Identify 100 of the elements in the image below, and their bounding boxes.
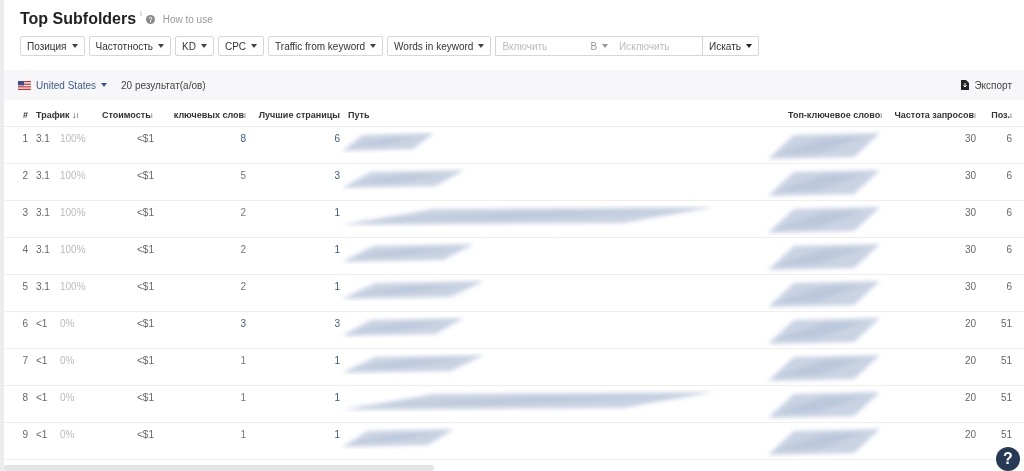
table-cell-text: 2 (239, 207, 247, 219)
filter-dropdown[interactable]: CPC (217, 36, 265, 56)
table-cell-text: 3.1 (35, 281, 51, 293)
pages-link[interactable]: 1 (250, 392, 344, 404)
table-cell-text: 1 (239, 392, 247, 404)
table-cell-text: 100% (59, 170, 87, 182)
table-cell-text: 3.1 (35, 133, 51, 145)
table-cell-text: 30 (963, 170, 977, 182)
column-header[interactable]: # (4, 110, 32, 120)
table-cell-text: <$1 (136, 170, 155, 182)
results-count: 20 результат(а/ов) (121, 79, 206, 91)
table-cell-text: 30 (963, 133, 977, 145)
export-button[interactable]: Экспорт (961, 79, 1012, 91)
pages-link[interactable]: 1 (250, 281, 344, 293)
table-cell-text: 100% (59, 244, 87, 256)
row-number: 7 (21, 355, 29, 367)
table-cell-text: <$1 (136, 318, 155, 330)
table-cell-text: <1 (35, 429, 49, 441)
pages-link[interactable]: 1 (250, 355, 344, 367)
table-cell-text: 0% (59, 318, 76, 330)
table-cell-text: 2 (239, 244, 247, 256)
help-button[interactable]: ? (996, 447, 1020, 471)
filter-dropdown[interactable]: Позиция (20, 36, 85, 56)
table-cell-text: 6 (1005, 133, 1013, 145)
exclude-field[interactable]: Исключить (613, 36, 704, 56)
scrollbar[interactable] (4, 465, 434, 471)
caret-icon (101, 83, 108, 87)
table-cell-text: <1 (35, 355, 49, 367)
table-cell-text: 6 (1005, 207, 1013, 219)
pages-link[interactable]: 6 (250, 133, 344, 145)
caret-icon (370, 44, 377, 48)
filter-dropdown[interactable]: Traffic from keyword (268, 36, 384, 56)
caret-icon (71, 44, 78, 48)
table-cell-text: 6 (1005, 281, 1013, 293)
table-cell-text: 20 (963, 392, 977, 404)
caret-icon (746, 44, 752, 48)
row-number: 5 (21, 281, 29, 293)
table-cell-text: 51 (999, 318, 1013, 330)
page-title: Top Subfolders (20, 10, 137, 28)
pages-link[interactable]: 1 (250, 429, 344, 441)
row-number: 9 (21, 429, 29, 441)
table-cell-text: 6 (1005, 170, 1013, 182)
table-cell-text: <$1 (136, 244, 155, 256)
table-cell-text: 30 (963, 281, 977, 293)
filter-dropdown[interactable]: KD (175, 36, 214, 56)
pages-link[interactable]: 3 (250, 318, 344, 330)
table-cell-text: 51 (999, 429, 1013, 441)
column-header[interactable]: Путь (344, 110, 784, 120)
table-cell-text: 0% (59, 355, 76, 367)
caret-icon (158, 44, 165, 48)
table-cell-text: <$1 (136, 355, 155, 367)
filter-dropdown[interactable]: Частотность (88, 36, 172, 56)
table-cell-text: 1 (239, 429, 247, 441)
keywords-link[interactable]: 3 (158, 318, 250, 330)
table-cell-text: 2 (239, 281, 247, 293)
column-header[interactable]: Лучшие страницы (250, 110, 344, 120)
table-cell-text: <$1 (136, 281, 155, 293)
row-number: 2 (21, 170, 29, 182)
table-cell-text: 51 (999, 355, 1013, 367)
table-cell-text: 5 (239, 170, 247, 182)
row-number: 8 (21, 392, 29, 404)
table-cell-text: 3.1 (35, 207, 51, 219)
caret-icon (251, 44, 258, 48)
row-number: 3 (21, 207, 29, 219)
table-cell-text: 0% (59, 392, 76, 404)
row-number: 4 (21, 244, 29, 256)
table-cell-text: 100% (59, 281, 87, 293)
table-cell-text: 100% (59, 133, 87, 145)
pages-link[interactable]: 1 (250, 244, 344, 256)
row-number: 6 (21, 318, 29, 330)
table-cell-text: 51 (999, 392, 1013, 404)
caret-icon (200, 44, 207, 48)
table-cell-text: <$1 (136, 392, 155, 404)
flag-icon (18, 80, 31, 90)
keywords-link[interactable]: 8 (158, 133, 250, 145)
table-cell-text: <$1 (136, 429, 155, 441)
table-cell-text: <$1 (136, 133, 155, 145)
table-cell-text: 30 (963, 207, 977, 219)
search-button[interactable]: Искать (702, 36, 759, 56)
table-cell-text: 100% (59, 207, 87, 219)
caret-icon (478, 44, 485, 48)
table-cell-text: 20 (963, 318, 977, 330)
pages-link[interactable]: 3 (250, 170, 344, 182)
table-cell-text: <$1 (136, 207, 155, 219)
table-cell-text: 6 (1005, 244, 1013, 256)
country-dropdown[interactable]: United States (18, 79, 108, 91)
table-cell-text: <1 (35, 318, 49, 330)
table-cell-text: 3.1 (35, 170, 51, 182)
table-cell-text: 20 (963, 355, 977, 367)
table-cell-text: 0% (59, 429, 76, 441)
table-cell-text: <1 (35, 392, 49, 404)
table-cell-text: 20 (963, 429, 977, 441)
pages-link[interactable]: 1 (250, 207, 344, 219)
help-icon (145, 14, 155, 24)
table-cell-text: 30 (963, 244, 977, 256)
table-cell-text: 1 (239, 355, 247, 367)
filter-dropdown[interactable]: Words in keyword (387, 36, 492, 56)
table-cell-text: 3.1 (35, 244, 51, 256)
row-number: 1 (21, 133, 29, 145)
download-icon (961, 80, 970, 90)
